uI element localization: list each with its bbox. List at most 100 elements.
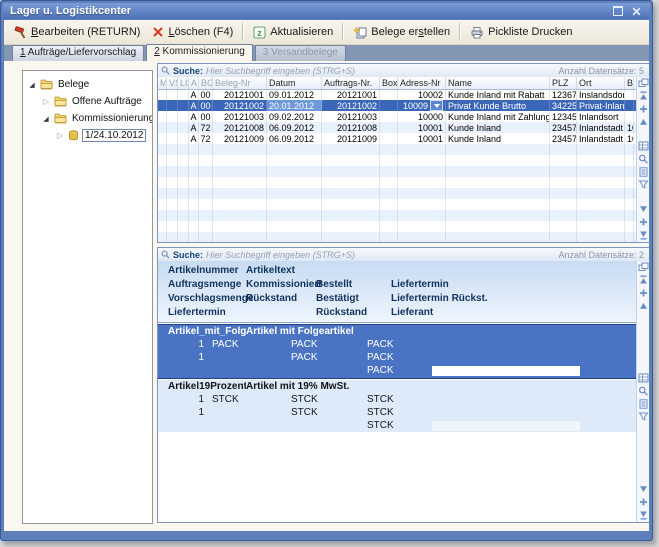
search-icon[interactable]: [638, 154, 649, 164]
tree-item[interactable]: ▷Offene Aufträge: [23, 93, 152, 110]
table-row[interactable]: A722012100906.09.20122012100910001Kunde …: [158, 133, 636, 144]
last-record-icon[interactable]: [638, 510, 649, 520]
tab-kommissionierung[interactable]: 2 Kommissionierung: [146, 44, 253, 61]
toolbar-separator: [342, 23, 344, 41]
column-header[interactable]: M: [158, 77, 167, 89]
column-header[interactable]: Beleg-Nr: [213, 77, 267, 89]
column-header[interactable]: Auftrags-Nr.: [322, 77, 380, 89]
table-cell: 09.02.2012: [267, 111, 322, 122]
column-header[interactable]: Box: [380, 77, 398, 89]
expand-icon[interactable]: ▷: [55, 131, 65, 140]
restore-button[interactable]: [611, 5, 624, 17]
collapse-icon[interactable]: ◢: [41, 115, 51, 123]
table-cell: 23457: [550, 122, 577, 133]
folder-icon: [40, 79, 53, 90]
append-record-icon[interactable]: [638, 217, 649, 227]
group-cell: STCK: [367, 407, 394, 418]
filter-icon[interactable]: [638, 180, 649, 190]
filter-icon[interactable]: [638, 412, 649, 422]
header-kommissioniert: Kommissioniert: [246, 279, 322, 290]
prior-record-icon[interactable]: [638, 301, 649, 311]
table-cell: A: [189, 122, 199, 133]
svg-text:z: z: [258, 28, 263, 38]
group-row: 1PACKPACK: [158, 352, 636, 365]
prior-record-icon[interactable]: [638, 117, 649, 127]
close-button[interactable]: [630, 5, 643, 17]
tree-item[interactable]: ▷1/24.10.2012: [23, 127, 152, 144]
column-header[interactable]: Ort: [577, 77, 625, 89]
header-bestellt: Bestellt: [316, 279, 352, 290]
collapse-icon[interactable]: ◢: [27, 81, 37, 89]
lower-grid: Suche: Anzahl Datensätze: 2 Artikelnumme…: [157, 247, 649, 523]
aktualisieren-button[interactable]: z Aktualisieren: [247, 24, 339, 41]
first-record-icon[interactable]: [638, 91, 649, 101]
bookmark-icon[interactable]: [638, 167, 649, 177]
upper-grid-nav-strip: [636, 77, 649, 242]
bearbeiten-button[interactable]: Bearbeiten (RETURN): [8, 24, 146, 41]
table-cell: Inlandstadt: [577, 133, 625, 144]
column-header[interactable]: LO: [178, 77, 189, 89]
table-row[interactable]: A002012100109.01.20122012100110002Kunde …: [158, 89, 636, 100]
column-header[interactable]: Adress-Nr: [398, 77, 446, 89]
article-group[interactable]: Artikel19ProzentArtikel mit 19% MwSt.1ST…: [158, 380, 636, 432]
table-cell: [380, 89, 398, 100]
upper-grid-rows: A002012100109.01.20122012100110002Kunde …: [158, 89, 636, 242]
table-cell: A: [189, 89, 199, 100]
empty-row: [158, 177, 636, 188]
next-record-icon[interactable]: [638, 204, 649, 214]
group-cell: STCK: [212, 394, 239, 405]
record-count: Anzahl Datensätze: 5: [558, 66, 646, 76]
header-rueckstand2: Rückstand: [316, 307, 367, 318]
grid-view-icon[interactable]: [638, 373, 649, 383]
tree-item[interactable]: ◢Kommissionierung: [23, 110, 152, 127]
lower-search-bar: Suche: Anzahl Datensätze: 2: [158, 248, 649, 262]
column-header[interactable]: PLZ: [550, 77, 577, 89]
grid-view-icon[interactable]: [638, 141, 649, 151]
pickliste-drucken-button[interactable]: Pickliste Drucken: [464, 24, 578, 41]
append-record-icon[interactable]: [638, 497, 649, 507]
expand-icon[interactable]: ▷: [41, 97, 51, 106]
lower-grid-header: Artikelnummer Artikeltext Auftragsmenge …: [158, 261, 636, 323]
lieferant-field[interactable]: [432, 421, 580, 431]
search-icon[interactable]: [638, 386, 649, 396]
group-cell: 1: [168, 352, 204, 363]
loeschen-button[interactable]: Löschen (F4): [146, 24, 239, 40]
lieferant-field[interactable]: [432, 366, 580, 376]
last-record-icon[interactable]: [638, 230, 649, 240]
table-row[interactable]: A722012100806.09.20122012100810001Kunde …: [158, 122, 636, 133]
article-group[interactable]: Artikel_mit_FolgeartikelArtikel mit Folg…: [158, 324, 636, 379]
bookmark-icon[interactable]: [638, 399, 649, 409]
table-cell: [158, 111, 167, 122]
table-row[interactable]: A002012100309.02.20122012100310000Kunde …: [158, 111, 636, 122]
tree-item[interactable]: ◢Belege: [23, 76, 152, 93]
search-icon: [161, 66, 170, 75]
column-chooser-icon[interactable]: [638, 262, 649, 272]
table-cell: [158, 89, 167, 100]
column-header[interactable]: Bel: [625, 77, 634, 89]
dropdown-button[interactable]: [430, 100, 443, 111]
folder-tree: ◢Belege▷Offene Aufträge◢Kommissionierung…: [22, 70, 153, 524]
table-cell: [380, 133, 398, 144]
tab-auftraege-liefervorschlag[interactable]: 1 Aufträge/Liefervorschlag: [12, 45, 144, 61]
folder-icon: [54, 96, 67, 107]
upper-search-input[interactable]: [206, 66, 555, 76]
next-record-icon[interactable]: [638, 484, 649, 494]
belege-erstellen-button[interactable]: Belege erstellen: [347, 24, 456, 41]
column-header[interactable]: BG: [199, 77, 213, 89]
header-liefertermin: Liefertermin: [391, 279, 449, 290]
column-header[interactable]: Name: [446, 77, 550, 89]
insert-record-icon[interactable]: [638, 104, 649, 114]
column-header[interactable]: A: [189, 77, 199, 89]
table-row[interactable]: A002012100220.01.20122012100210009Privat…: [158, 100, 636, 111]
refresh-icon: z: [253, 26, 266, 39]
column-header[interactable]: VS: [167, 77, 178, 89]
empty-row: [158, 199, 636, 210]
window-titlebar[interactable]: Lager u. Logistikcenter: [3, 3, 650, 19]
insert-record-icon[interactable]: [638, 288, 649, 298]
table-cell: [625, 100, 634, 111]
group-cell: 1: [168, 339, 204, 350]
lower-search-input[interactable]: [206, 250, 555, 260]
column-header[interactable]: Datum: [267, 77, 322, 89]
column-chooser-icon[interactable]: [638, 78, 649, 88]
first-record-icon[interactable]: [638, 275, 649, 285]
